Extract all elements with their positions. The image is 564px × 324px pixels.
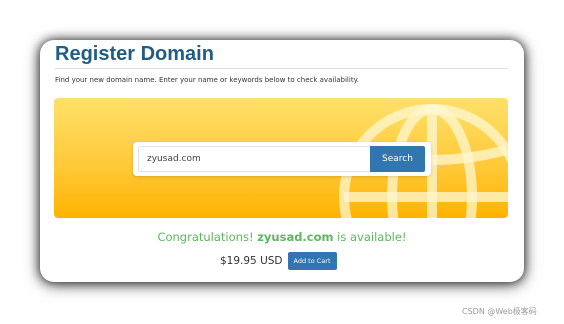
page-subtitle: Find your new domain name. Enter your na… xyxy=(55,76,359,84)
domain-search-box: Search xyxy=(133,142,431,176)
page-title: Register Domain xyxy=(55,43,214,65)
domain-search-input[interactable] xyxy=(138,146,370,172)
available-domain: zyusad.com xyxy=(257,230,334,244)
domain-price: $19.95 USD xyxy=(220,255,283,267)
register-domain-card: Register Domain Find your new domain nam… xyxy=(40,40,524,282)
price-row: $19.95 USD Add to Cart xyxy=(220,251,337,271)
add-to-cart-button[interactable]: Add to Cart xyxy=(287,252,337,270)
availability-message: Congratulations! zyusad.com is available… xyxy=(40,230,524,244)
watermark: CSDN @Web极客码 xyxy=(462,307,537,316)
title-divider xyxy=(55,68,508,69)
availability-suffix: is available! xyxy=(337,230,407,244)
domain-search-banner: Search xyxy=(54,98,508,218)
search-button[interactable]: Search xyxy=(370,146,425,172)
availability-prefix: Congratulations! xyxy=(157,230,254,244)
